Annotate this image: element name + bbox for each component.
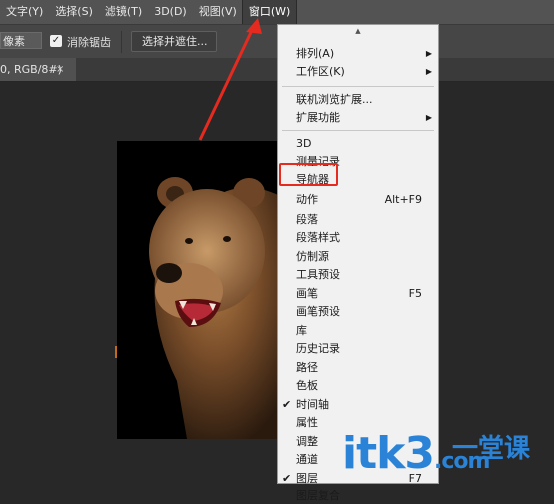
anti-alias-checkbox[interactable]: ✓ [50, 35, 62, 47]
menu-type[interactable]: 文字(Y) [0, 0, 49, 24]
menu-item-brush[interactable]: 画笔 F5 [278, 285, 438, 302]
submenu-arrow-icon: ▶ [425, 49, 432, 58]
document-tab-title: 0, RGB/8#) [0, 63, 62, 76]
menu-window[interactable]: 窗口(W) [241, 0, 298, 25]
watermark-cn-text: 一堂课 [452, 434, 531, 464]
submenu-arrow-icon: ▶ [425, 67, 432, 76]
menu-3d[interactable]: 3D(D) [148, 0, 193, 24]
menu-item-workspace[interactable]: 工作区(K) ▶ [278, 63, 438, 80]
checkmark-icon: ✔ [282, 398, 292, 411]
options-divider [121, 31, 122, 53]
menu-item-actions[interactable]: 动作 Alt+F9 [278, 191, 438, 208]
menu-separator [282, 86, 434, 87]
menu-item-layer-comps[interactable]: 图层复合 [278, 487, 438, 504]
document-tab[interactable]: 0, RGB/8#) × [0, 58, 76, 81]
watermark-brand: itk3 [342, 428, 435, 479]
menu-item-paragraph-styles[interactable]: 段落样式 [278, 229, 438, 246]
menu-bar: 文字(Y) 选择(S) 滤镜(T) 3D(D) 视图(V) 窗口(W) [0, 0, 554, 25]
bear-image [117, 141, 289, 439]
menu-select[interactable]: 选择(S) [49, 0, 99, 24]
menu-item-paths[interactable]: 路径 [278, 359, 438, 376]
menu-item-clone-source[interactable]: 仿制源 [278, 248, 438, 265]
close-icon[interactable]: × [56, 58, 64, 81]
window-menu-dropdown: ▲ 排列(A) ▶ 工作区(K) ▶ 联机浏览扩展... 扩展功能 ▶ 3D 测… [277, 24, 439, 502]
select-and-mask-button[interactable]: 选择并遮住... [131, 31, 217, 52]
menu-item-tool-presets[interactable]: 工具预设 [278, 266, 438, 283]
shortcut-label: F5 [408, 287, 422, 300]
menu-item-timeline[interactable]: ✔ 时间轴 [278, 396, 438, 413]
shortcut-label: Alt+F9 [384, 193, 422, 206]
scroll-up-icon[interactable]: ▲ [278, 27, 438, 39]
menu-filter[interactable]: 滤镜(T) [99, 0, 148, 24]
menu-item-swatches[interactable]: 色板 [278, 377, 438, 394]
menu-item-3d[interactable]: 3D [278, 135, 438, 152]
bear-photo [117, 141, 289, 439]
menu-item-brush-presets[interactable]: 画笔预设 [278, 303, 438, 320]
anti-alias-label: 消除锯齿 [67, 36, 111, 49]
menu-item-extensions[interactable]: 扩展功能 ▶ [278, 109, 438, 126]
menu-separator [282, 130, 434, 131]
highlight-box-actions [279, 163, 338, 186]
checkmark-icon: ✔ [282, 472, 292, 485]
submenu-arrow-icon: ▶ [425, 113, 432, 122]
menu-item-arrange[interactable]: 排列(A) ▶ [278, 45, 438, 62]
menu-item-browse-extensions[interactable]: 联机浏览扩展... [278, 91, 438, 108]
menu-view[interactable]: 视图(V) [193, 0, 243, 24]
feather-unit-field[interactable]: 像素 [0, 32, 42, 49]
menu-item-paragraph[interactable]: 段落 [278, 211, 438, 228]
menu-item-history[interactable]: 历史记录 [278, 340, 438, 357]
menu-item-libraries[interactable]: 库 [278, 322, 438, 339]
